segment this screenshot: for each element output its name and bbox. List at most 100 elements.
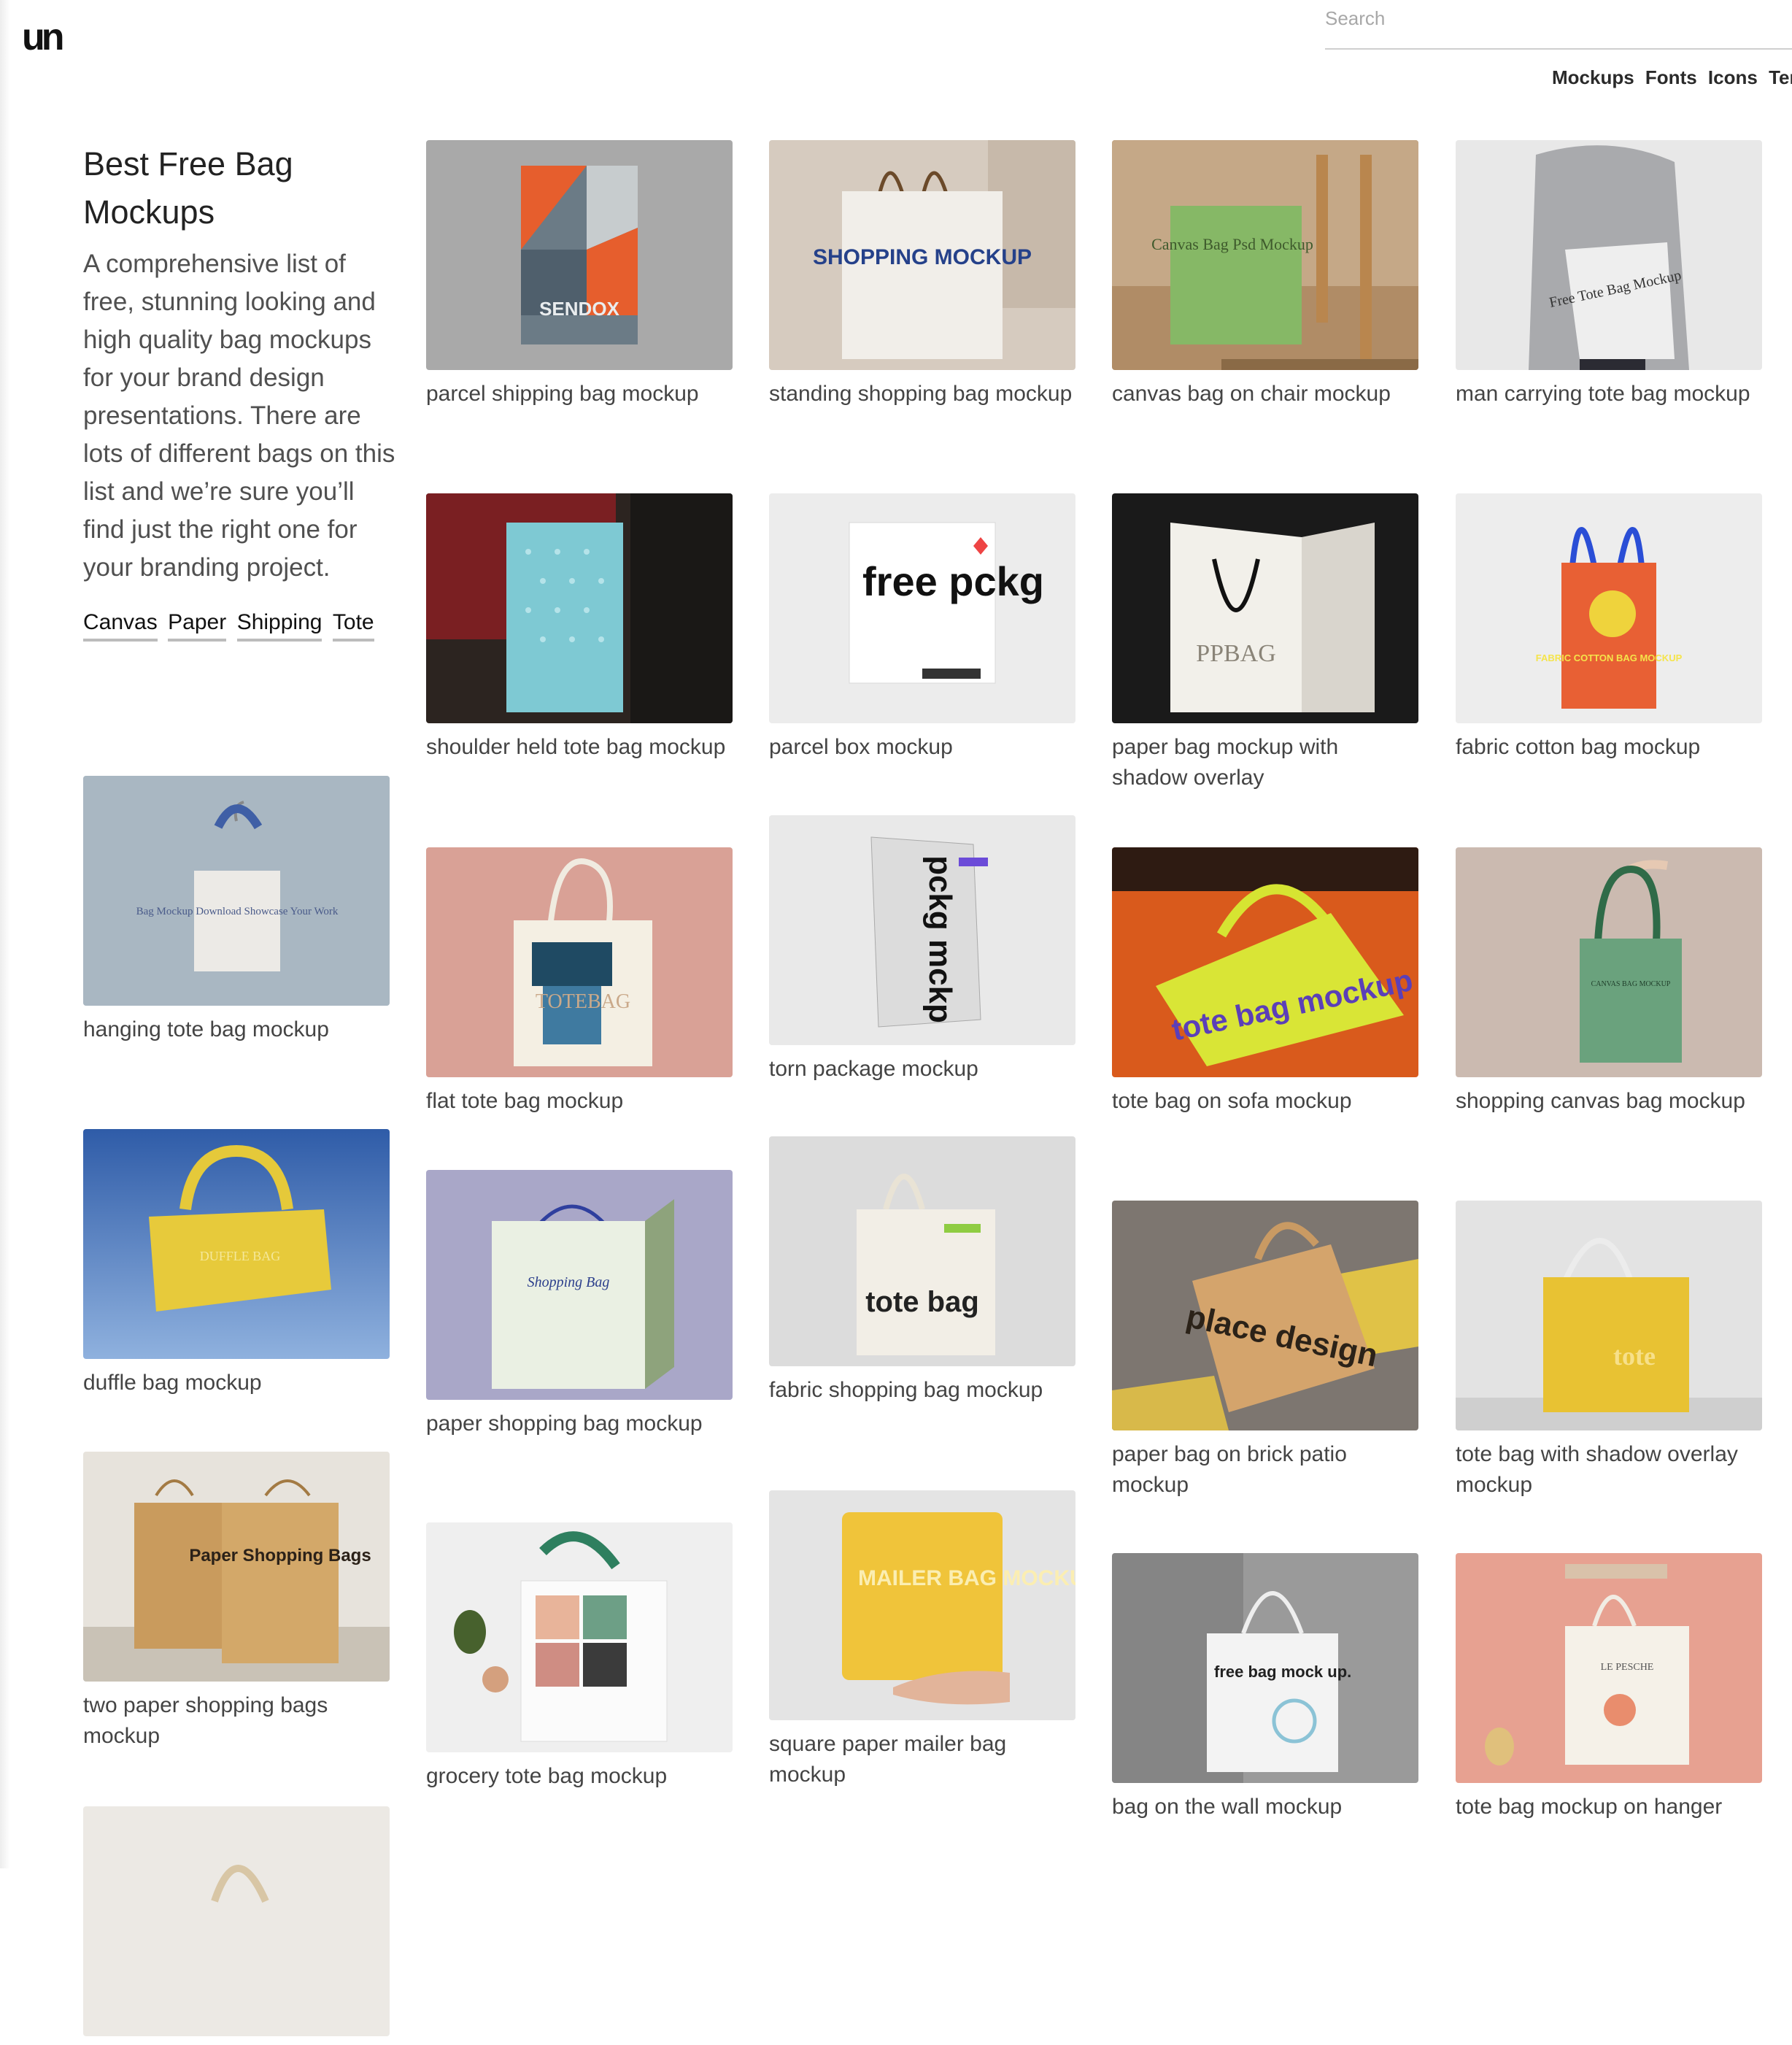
svg-text:free bag mock up.: free bag mock up.	[1214, 1663, 1351, 1681]
svg-text:pckg mckp: pckg mckp	[922, 855, 958, 1023]
mockup-caption: man carrying tote bag mockup	[1456, 382, 1750, 406]
svg-text:Bag Mockup Download Showcase Y: Bag Mockup Download Showcase Your Work	[136, 906, 339, 917]
nav-item-mockups[interactable]: Mockups	[1552, 66, 1634, 89]
svg-text:tote: tote	[1613, 1341, 1656, 1371]
mockup-thumbnail[interactable]: SENDOX	[426, 140, 733, 370]
mockup-caption: torn package mockup	[769, 1057, 978, 1081]
mockup-thumbnail[interactable]: Canvas Bag Psd Mockup	[1112, 140, 1418, 370]
mockup-thumbnail[interactable]: Shopping Bag	[426, 1170, 733, 1400]
svg-text:Canvas Bag Psd Mockup: Canvas Bag Psd Mockup	[1151, 235, 1313, 253]
mockup-caption: tote bag mockup on hanger	[1456, 1795, 1723, 1819]
mockup-card[interactable]: grocery tote bag mockup	[426, 1522, 733, 1792]
tag-canvas[interactable]: Canvas	[83, 609, 158, 642]
mockup-thumbnail[interactable]: DUFFLE BAG	[83, 1129, 390, 1359]
mockup-thumbnail[interactable]: tote bag	[769, 1136, 1075, 1366]
mockup-card[interactable]: FABRIC COTTON BAG MOCKUP fabric cotton b…	[1456, 493, 1762, 763]
mockup-card[interactable]: place design paper bag on brick patio mo…	[1112, 1201, 1418, 1501]
mockup-thumbnail[interactable]: MAILER BAG MOCKUP	[769, 1490, 1075, 1720]
mockup-thumbnail[interactable]: Paper Shopping Bags	[83, 1452, 390, 1682]
mockup-card[interactable]: tote bag mockup tote bag on sofa mockup	[1112, 847, 1418, 1117]
svg-text:SHOPPING MOCKUP: SHOPPING MOCKUP	[813, 245, 1032, 269]
mockup-caption: grocery tote bag mockup	[426, 1764, 668, 1788]
mockup-card[interactable]: shoulder held tote bag mockup	[426, 493, 733, 763]
mockup-caption: paper bag mockup with shadow overlay	[1112, 735, 1339, 790]
mockup-card[interactable]: Bag Mockup Download Showcase Your Work h…	[83, 776, 390, 1045]
mockup-thumbnail[interactable]	[426, 493, 733, 723]
search-input[interactable]	[1325, 0, 1763, 36]
page-title: Best Free Bag Mockups	[83, 145, 293, 231]
top-navigation: Mockups Fonts Icons Tem	[1552, 66, 1792, 89]
mockup-caption: tote bag with shadow overlay mockup	[1456, 1442, 1738, 1497]
mockup-card[interactable]: pckg mckp torn package mockup	[769, 815, 1075, 1085]
mockup-caption: shoulder held tote bag mockup	[426, 735, 726, 759]
mockup-caption: paper shopping bag mockup	[426, 1412, 703, 1436]
svg-text:DUFFLE BAG: DUFFLE BAG	[200, 1249, 281, 1263]
mockup-thumbnail[interactable]: TOTEBAG	[426, 847, 733, 1077]
mockup-caption: tote bag on sofa mockup	[1112, 1089, 1352, 1113]
svg-text:Shopping Bag: Shopping Bag	[528, 1274, 610, 1290]
mockup-caption: duffle bag mockup	[83, 1371, 262, 1395]
mockup-caption: fabric shopping bag mockup	[769, 1378, 1043, 1402]
mockup-caption: standing shopping bag mockup	[769, 382, 1073, 406]
page-description: A comprehensive list of free, stunning l…	[83, 250, 395, 582]
mockup-thumbnail[interactable]: CANVAS BAG MOCKUP	[1456, 847, 1762, 1077]
svg-text:CANVAS BAG MOCKUP: CANVAS BAG MOCKUP	[1591, 980, 1671, 988]
mockup-card[interactable]: Canvas Bag Psd Mockup canvas bag on chai…	[1112, 140, 1418, 409]
mockup-thumbnail[interactable]: free bag mock up.	[1112, 1553, 1418, 1783]
svg-text:TOTEBAG: TOTEBAG	[536, 990, 630, 1013]
mockup-card[interactable]: Paper Shopping Bags two paper shopping b…	[83, 1452, 390, 1752]
mockup-card[interactable]: DUFFLE BAG duffle bag mockup	[83, 1129, 390, 1398]
mockup-thumbnail[interactable]: free pckg	[769, 493, 1075, 723]
mockup-card[interactable]: free bag mock up. bag on the wall mockup	[1112, 1553, 1418, 1822]
left-edge-shadow	[0, 0, 10, 1868]
mockup-thumbnail[interactable]: tote bag mockup	[1112, 847, 1418, 1077]
mockup-card[interactable]	[83, 1806, 390, 2045]
mockup-thumbnail[interactable]: PPBAG	[1112, 493, 1418, 723]
nav-item-templates[interactable]: Tem	[1769, 66, 1792, 89]
mockup-thumbnail[interactable]: FABRIC COTTON BAG MOCKUP	[1456, 493, 1762, 723]
mockup-caption: bag on the wall mockup	[1112, 1795, 1343, 1819]
mockup-thumbnail[interactable]: tote	[1456, 1201, 1762, 1430]
mockup-card[interactable]: CANVAS BAG MOCKUP shopping canvas bag mo…	[1456, 847, 1762, 1117]
svg-text:un: un	[22, 18, 63, 58]
mockup-card[interactable]: tote bag fabric shopping bag mockup	[769, 1136, 1075, 1406]
svg-text:PPBAG: PPBAG	[1196, 640, 1276, 667]
mockup-card[interactable]: TOTEBAG flat tote bag mockup	[426, 847, 733, 1117]
svg-text:free pckg: free pckg	[862, 558, 1044, 604]
mockup-card[interactable]: free pckg parcel box mockup	[769, 493, 1075, 763]
intro-panel: Best Free Bag Mockups A comprehensive li…	[83, 140, 397, 651]
nav-item-fonts[interactable]: Fonts	[1645, 66, 1697, 89]
mockup-card[interactable]: Free Tote Bag Mockup man carrying tote b…	[1456, 140, 1762, 409]
mockup-thumbnail[interactable]: Free Tote Bag Mockup	[1456, 140, 1762, 370]
mockup-thumbnail[interactable]	[426, 1522, 733, 1752]
mockup-thumbnail[interactable]: pckg mckp	[769, 815, 1075, 1045]
mockup-thumbnail[interactable]: LE PESCHE	[1456, 1553, 1762, 1783]
mockup-card[interactable]: Shopping Bag paper shopping bag mockup	[426, 1170, 733, 1439]
mockup-card[interactable]: LE PESCHE tote bag mockup on hanger	[1456, 1553, 1762, 1822]
svg-text:LE PESCHE: LE PESCHE	[1601, 1662, 1654, 1673]
mockup-thumbnail[interactable]: SHOPPING MOCKUP	[769, 140, 1075, 370]
mockup-card[interactable]: SENDOX parcel shipping bag mockup	[426, 140, 733, 409]
mockup-thumbnail[interactable]: place design	[1112, 1201, 1418, 1430]
tag-tote[interactable]: Tote	[332, 609, 374, 642]
mockup-caption: hanging tote bag mockup	[83, 1017, 329, 1041]
mockup-card[interactable]: SHOPPING MOCKUP standing shopping bag mo…	[769, 140, 1075, 409]
nav-item-icons[interactable]: Icons	[1708, 66, 1758, 89]
mockup-card[interactable]: tote tote bag with shadow overlay mockup	[1456, 1201, 1762, 1501]
site-logo[interactable]: un	[20, 18, 66, 58]
svg-text:Paper Shopping Bags: Paper Shopping Bags	[189, 1546, 371, 1565]
mockup-thumbnail[interactable]: Bag Mockup Download Showcase Your Work	[83, 776, 390, 1006]
mockup-caption: parcel box mockup	[769, 735, 953, 759]
tag-paper[interactable]: Paper	[168, 609, 227, 642]
mockup-thumbnail[interactable]	[83, 1806, 390, 2036]
mockup-caption: paper bag on brick patio mockup	[1112, 1442, 1347, 1497]
tag-list: Canvas Paper Shipping Tote	[83, 601, 397, 651]
mockup-caption: flat tote bag mockup	[426, 1089, 624, 1113]
mockup-caption: parcel shipping bag mockup	[426, 382, 699, 406]
mockup-caption: shopping canvas bag mockup	[1456, 1089, 1745, 1113]
tag-shipping[interactable]: Shipping	[236, 609, 323, 642]
svg-text:SENDOX: SENDOX	[539, 298, 619, 320]
svg-text:tote bag: tote bag	[865, 1286, 979, 1318]
mockup-card[interactable]: PPBAG paper bag mockup with shadow overl…	[1112, 493, 1418, 793]
mockup-card[interactable]: MAILER BAG MOCKUP square paper mailer ba…	[769, 1490, 1075, 1790]
